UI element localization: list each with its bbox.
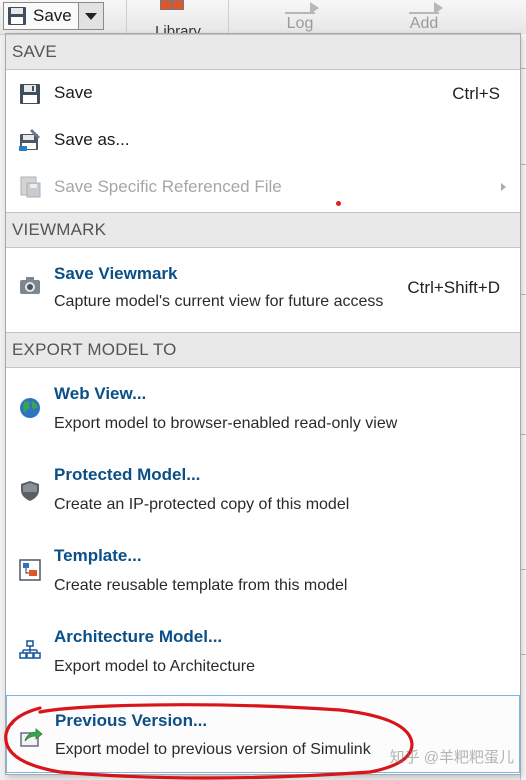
add-label: Add (409, 15, 439, 32)
save-button[interactable]: Save (4, 3, 79, 29)
save-split-button[interactable]: Save (3, 2, 104, 30)
architecture-icon (19, 640, 41, 659)
log-button[interactable]: Log (280, 0, 320, 33)
section-header-save: SAVE (6, 34, 520, 70)
save-button-label: Save (33, 6, 72, 25)
submenu-arrow-icon (501, 183, 506, 191)
menu-item-web-view-title: Web View... (54, 384, 147, 403)
save-as-icon (19, 129, 40, 151)
red-dot-mark (336, 201, 341, 206)
menu-item-save-viewmark-desc: Capture model's current view for future … (54, 293, 384, 310)
floppy-disk-icon (8, 7, 26, 25)
section-header-export: EXPORT MODEL TO (6, 332, 520, 368)
floppy-disk-icon (20, 84, 40, 104)
menu-item-save-as-label: Save as... (54, 130, 130, 149)
menu-item-previous-version-desc: Export model to previous version of Simu… (55, 741, 371, 758)
menu-item-web-view-desc: Export model to browser-enabled read-onl… (54, 415, 398, 432)
section-header-viewmark: VIEWMARK (6, 212, 520, 248)
menu-item-save-viewmark-shortcut: Ctrl+Shift+D (407, 278, 500, 297)
template-icon (19, 559, 41, 581)
toolstrip-separator (228, 0, 229, 34)
log-label: Log (286, 15, 314, 32)
menu-item-template-desc: Create reusable template from this model (54, 577, 348, 594)
chevron-down-icon (84, 12, 97, 20)
add-button[interactable]: Add (404, 0, 444, 33)
menu-item-save-viewmark-title: Save Viewmark (54, 264, 178, 283)
library-browser-button[interactable]: Library (150, 18, 206, 34)
globe-icon (20, 398, 40, 418)
shield-icon (21, 481, 39, 501)
menu-item-template[interactable]: Template... Create reusable template fro… (6, 530, 520, 611)
menu-item-protected-model-title: Protected Model... (54, 465, 201, 484)
menu-item-save-label: Save (54, 83, 93, 102)
menu-item-template-title: Template... (54, 546, 142, 565)
library-icon (160, 0, 190, 10)
menu-item-protected-model-desc: Create an IP-protected copy of this mode… (54, 496, 350, 513)
toolstrip-separator (126, 0, 127, 34)
menu-item-architecture-model-desc: Export model to Architecture (54, 658, 255, 675)
previous-version-icon (20, 728, 43, 747)
save-dropdown-arrow[interactable] (78, 3, 103, 29)
camera-icon (20, 277, 40, 294)
menu-item-previous-version-title: Previous Version... (55, 711, 208, 730)
menu-item-save-viewmark[interactable]: Save Viewmark Capture model's current vi… (6, 248, 520, 328)
log-icon (285, 0, 319, 14)
referenced-file-icon (20, 176, 41, 198)
menu-item-protected-model[interactable]: Protected Model... Create an IP-protecte… (6, 449, 520, 530)
toolstrip: Save Library Log Add (0, 0, 526, 35)
menu-item-save-shortcut: Ctrl+S (452, 84, 500, 103)
menu-item-save-as[interactable]: Save as... (6, 116, 520, 164)
add-icon (409, 0, 443, 14)
save-dropdown-menu: SAVE Save Ctrl+S Save as... Save Specifi… (5, 33, 521, 775)
menu-item-web-view[interactable]: Web View... Export model to browser-enab… (6, 368, 520, 449)
menu-item-save-referenced-file-label: Save Specific Referenced File (54, 177, 282, 196)
menu-item-architecture-model[interactable]: Architecture Model... Export model to Ar… (6, 611, 520, 692)
menu-item-save-referenced-file[interactable]: Save Specific Referenced File (6, 164, 520, 210)
watermark: 知乎 @羊粑粑蛋儿 (389, 749, 514, 766)
menu-item-save[interactable]: Save Ctrl+S (6, 70, 520, 116)
menu-item-architecture-model-title: Architecture Model... (54, 627, 223, 646)
